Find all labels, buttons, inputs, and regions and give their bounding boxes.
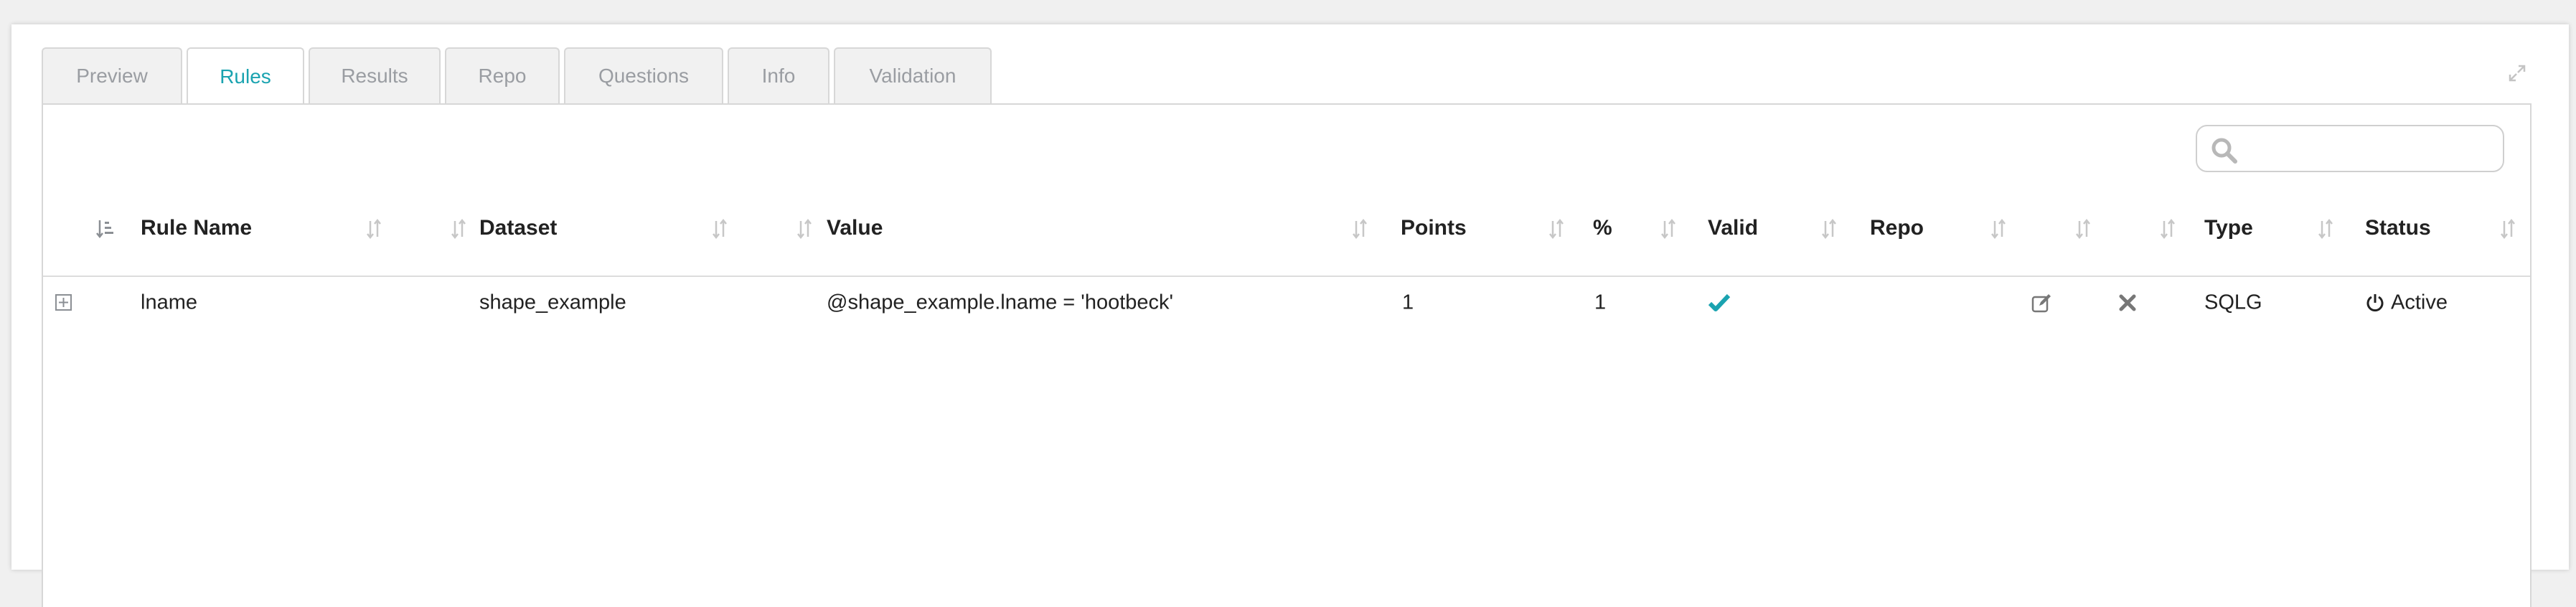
sort-icon[interactable]	[1547, 218, 1567, 240]
column-header-rule-name[interactable]: Rule Name	[141, 216, 252, 240]
tab-label: Results	[341, 65, 408, 87]
header-divider	[43, 276, 2530, 277]
rules-card: Preview Rules Results Repo Questions Inf…	[11, 24, 2569, 607]
edit-icon[interactable]	[2031, 293, 2052, 314]
tab-bar: Preview Rules Results Repo Questions Inf…	[42, 47, 996, 105]
tab-rules[interactable]: Rules	[187, 47, 304, 105]
sort-icon[interactable]	[449, 218, 469, 240]
cell-status: Active	[2391, 291, 2448, 314]
sort-icon[interactable]	[365, 218, 385, 240]
search-box[interactable]	[2196, 125, 2504, 172]
tab-preview[interactable]: Preview	[42, 47, 182, 103]
cell-dataset: shape_example	[479, 291, 626, 314]
sort-icon[interactable]	[2074, 218, 2094, 240]
tab-label: Validation	[869, 65, 956, 87]
cell-percent: 1	[1594, 291, 1607, 314]
sort-icon[interactable]	[1659, 218, 1679, 240]
tab-info[interactable]: Info	[728, 47, 829, 103]
sort-icon[interactable]	[710, 218, 730, 240]
sort-icon[interactable]	[1820, 218, 1840, 240]
delete-icon[interactable]	[2118, 293, 2137, 312]
column-header-status[interactable]: Status	[2365, 216, 2431, 240]
column-header-repo[interactable]: Repo	[1870, 216, 1924, 240]
column-header-dataset[interactable]: Dataset	[479, 216, 557, 240]
column-header-percent[interactable]: %	[1593, 216, 1612, 240]
check-icon	[1708, 293, 1731, 311]
tab-label: Info	[761, 65, 796, 87]
power-icon[interactable]	[2365, 293, 2385, 313]
sort-icon[interactable]	[95, 218, 115, 240]
cell-rule-name: lname	[141, 291, 197, 314]
search-input[interactable]	[2247, 132, 2494, 166]
tab-label: Repo	[478, 65, 527, 87]
expand-icon[interactable]	[2507, 63, 2527, 83]
sort-icon[interactable]	[795, 218, 815, 240]
tab-repo[interactable]: Repo	[445, 47, 560, 103]
search-icon	[2211, 138, 2237, 164]
column-header-valid[interactable]: Valid	[1708, 216, 1758, 240]
tab-label: Questions	[598, 65, 690, 87]
sort-icon[interactable]	[2499, 218, 2519, 240]
sort-icon[interactable]	[1350, 218, 1371, 240]
column-header-points[interactable]: Points	[1401, 216, 1467, 240]
rules-panel: Rule Name Dataset Value Points % Valid R…	[42, 103, 2532, 607]
sort-icon[interactable]	[2316, 218, 2336, 240]
tab-label: Preview	[76, 65, 148, 87]
cell-type: SQLG	[2204, 291, 2262, 314]
cell-points: 1	[1402, 291, 1414, 314]
tab-label: Rules	[220, 65, 271, 88]
tab-questions[interactable]: Questions	[564, 47, 723, 103]
tab-results[interactable]: Results	[309, 47, 441, 103]
expand-row-icon[interactable]	[55, 293, 73, 312]
sort-icon[interactable]	[2158, 218, 2178, 240]
column-header-type[interactable]: Type	[2204, 216, 2253, 240]
cell-value: @shape_example.lname = 'hootbeck'	[827, 291, 1174, 314]
column-header-value[interactable]: Value	[827, 216, 883, 240]
tab-validation[interactable]: Validation	[834, 47, 992, 103]
sort-icon[interactable]	[1989, 218, 2009, 240]
